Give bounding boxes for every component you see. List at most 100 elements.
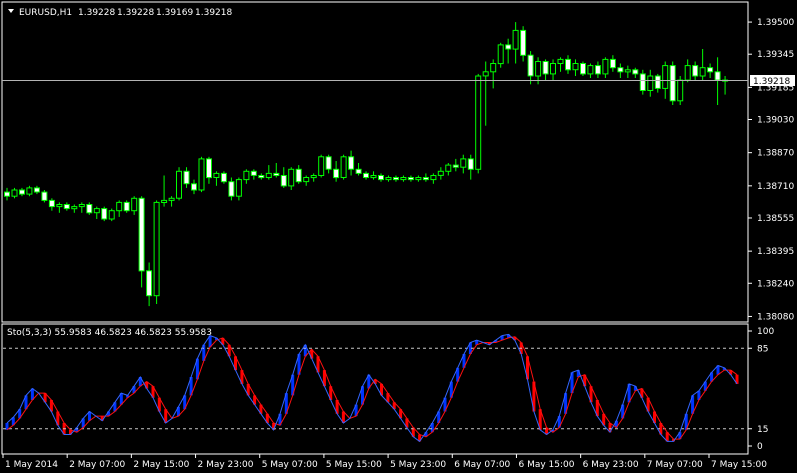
candle-body xyxy=(243,170,250,181)
stochastic-tick-label: 100 xyxy=(757,327,774,337)
candle-body xyxy=(131,197,138,212)
candle-body xyxy=(527,54,534,77)
price-tick-label: 1.39345 xyxy=(757,50,794,60)
candle-body xyxy=(168,197,175,201)
time-tick-label: 2 May 15:00 xyxy=(133,460,189,470)
time-tick-label: 5 May 23:00 xyxy=(390,460,446,470)
candle-body xyxy=(220,172,227,183)
candle-body xyxy=(437,170,444,176)
candle-body xyxy=(250,170,257,176)
candle-body xyxy=(632,69,639,75)
candle-body xyxy=(213,172,220,178)
candle-body xyxy=(63,204,70,210)
price-tick-label: 1.38710 xyxy=(757,182,794,192)
candle-body xyxy=(288,168,295,187)
candle-body xyxy=(146,270,153,297)
candle-body xyxy=(535,61,542,77)
time-tick-label: 6 May 07:00 xyxy=(454,460,510,470)
candle-body xyxy=(71,206,78,210)
candle-body xyxy=(580,63,586,75)
ohlc-low: 1.39169 xyxy=(156,8,193,18)
time-tick-label: 6 May 23:00 xyxy=(583,460,639,470)
candle-body xyxy=(161,199,168,203)
candle-body xyxy=(475,75,482,170)
price-tick-label: 1.38240 xyxy=(757,279,794,289)
candle-body xyxy=(617,67,624,73)
candle-body xyxy=(206,158,212,179)
stochastic-tick-label: 85 xyxy=(757,344,768,354)
candle-body xyxy=(587,65,594,75)
candle-body xyxy=(370,175,377,179)
candle-body xyxy=(520,29,527,56)
chart-background xyxy=(0,0,797,473)
price-tick-label: 1.38555 xyxy=(757,214,794,224)
candle-body xyxy=(123,201,130,212)
candle-body xyxy=(385,177,392,181)
ohlc-high: 1.39228 xyxy=(117,8,154,18)
candle-body xyxy=(482,71,489,77)
candle-body xyxy=(116,201,123,212)
candle-body xyxy=(572,63,579,71)
candle-body xyxy=(280,175,287,187)
candle-body xyxy=(265,172,272,178)
price-tick-label: 1.38080 xyxy=(757,312,794,322)
candle-body xyxy=(654,75,661,89)
candle-body xyxy=(707,67,714,73)
candle-body xyxy=(602,58,609,75)
price-tick-label: 1.38395 xyxy=(757,247,794,257)
candle-body xyxy=(26,187,33,195)
candle-body xyxy=(303,177,310,183)
time-tick-label: 6 May 15:00 xyxy=(519,460,575,470)
candle-body xyxy=(445,164,452,172)
price-tick-label: 1.39500 xyxy=(757,18,794,28)
candle-body xyxy=(393,177,399,181)
candle-body xyxy=(415,177,422,181)
candle-body xyxy=(138,197,145,272)
time-tick-label: 7 May 15:00 xyxy=(711,460,767,470)
candle-body xyxy=(191,183,197,191)
current-price-marker: 1.39218 xyxy=(750,75,795,87)
candle-body xyxy=(258,175,265,179)
candle-body xyxy=(699,67,706,77)
candle-body xyxy=(228,181,235,197)
candle-body xyxy=(340,156,347,179)
candle-body xyxy=(183,170,190,185)
candle-body xyxy=(662,65,669,89)
price-tick-label: 1.39030 xyxy=(757,116,794,126)
candle-body xyxy=(101,208,108,220)
candle-body xyxy=(153,201,160,297)
candle-body xyxy=(512,29,519,50)
stochastic-tick-label: 0 xyxy=(757,442,763,452)
candle-body xyxy=(108,210,115,220)
candle-body xyxy=(639,73,646,92)
symbol-label: EURUSD,H1 xyxy=(19,8,72,18)
candle-body xyxy=(550,63,556,75)
current-price-text: 1.39218 xyxy=(753,77,790,87)
candle-body xyxy=(505,44,512,50)
candle-body xyxy=(325,156,332,170)
candle-body xyxy=(176,170,182,199)
candle-body xyxy=(4,191,10,197)
time-tick-label: 5 May 15:00 xyxy=(326,460,382,470)
candle-body xyxy=(467,158,474,170)
candle-body xyxy=(41,191,48,201)
candle-body xyxy=(557,58,564,65)
candle-body xyxy=(273,172,280,176)
candle-body xyxy=(684,65,691,81)
candle-body xyxy=(407,177,414,181)
candle-body xyxy=(355,168,362,174)
time-tick-label: 2 May 07:00 xyxy=(69,460,125,470)
candle-body xyxy=(565,58,571,71)
time-tick-label: 1 May 2014 xyxy=(5,460,58,470)
candle-body xyxy=(318,156,325,177)
candle-body xyxy=(430,175,437,181)
candle-body xyxy=(452,164,459,168)
ohlc-open: 1.39228 xyxy=(78,8,115,18)
time-tick-label: 2 May 23:00 xyxy=(198,460,254,470)
candle-body xyxy=(33,187,40,193)
trading-chart[interactable]: EURUSD,H1 1.39228 1.39228 1.39169 1.3921… xyxy=(0,0,797,473)
candle-body xyxy=(78,204,85,208)
indicator-label: Sto(5,3,3) 55.9583 46.5823 46.5823 55.95… xyxy=(7,328,212,338)
time-tick-label: 5 May 07:00 xyxy=(262,460,318,470)
candle-body xyxy=(310,175,317,179)
